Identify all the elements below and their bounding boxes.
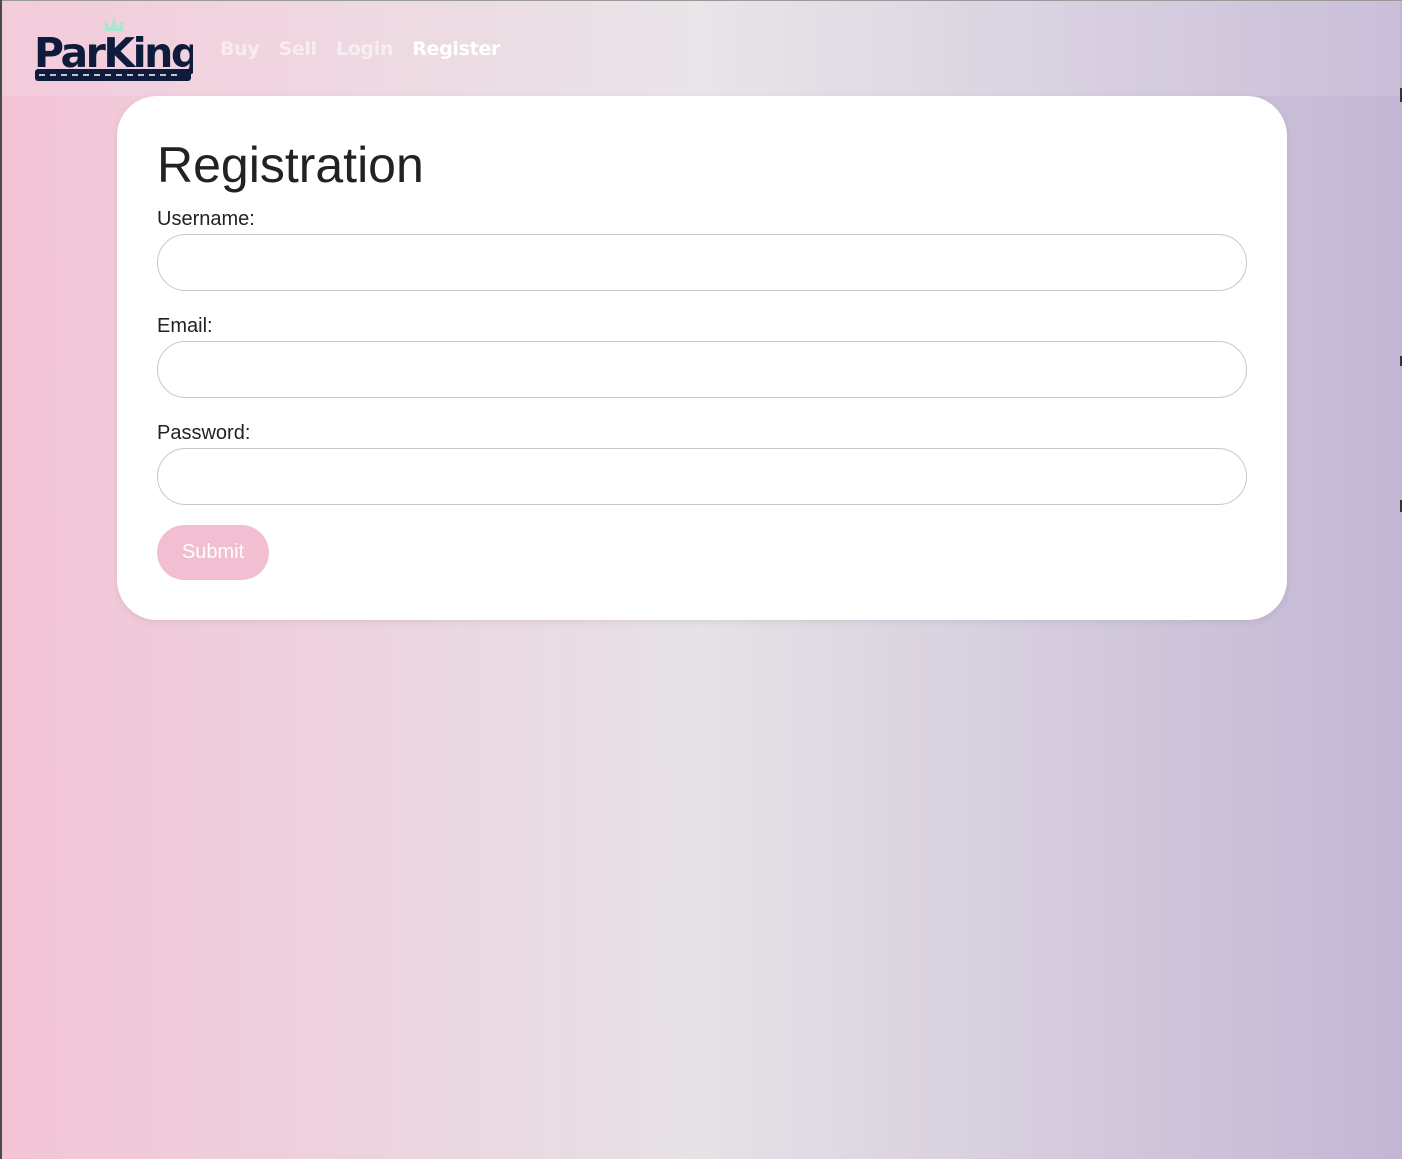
password-label: Password: [157,422,251,444]
nav-link-login[interactable]: Login [336,38,394,60]
page-title: Registration [157,137,424,193]
registration-card: Registration Username: Email: Password: … [117,96,1287,620]
submit-button[interactable]: Submit [157,525,269,580]
nav-link-register[interactable]: Register [412,38,500,60]
nav-link-sell[interactable]: Sell [279,38,318,60]
top-navbar: ParKing Buy Sell Login Register [2,1,1400,96]
main-nav: Buy Sell Login Register [220,38,500,60]
username-label: Username: [157,208,255,230]
email-input[interactable] [157,341,1247,398]
parking-logo-graphic: ParKing [34,19,200,81]
parking-logo[interactable]: ParKing [33,19,200,81]
logo-road-strip [35,69,191,81]
window-left-border [0,0,2,1159]
password-input[interactable] [157,448,1247,505]
nav-link-buy[interactable]: Buy [220,38,260,60]
username-input[interactable] [157,234,1247,291]
email-label: Email: [157,315,213,337]
